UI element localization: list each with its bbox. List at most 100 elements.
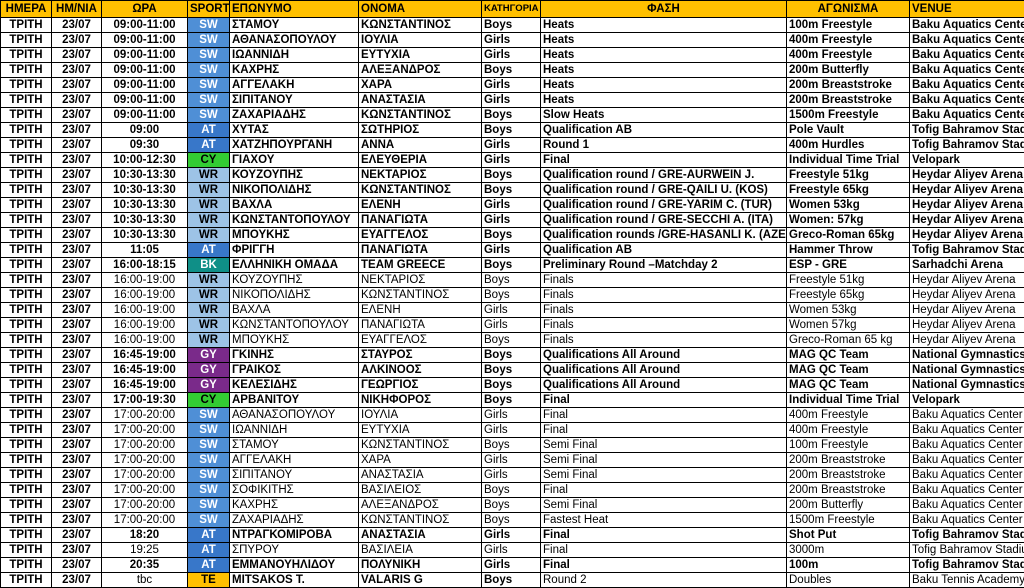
table-row[interactable]: ΤΡΙΤΗ23/0716:45-19:00GYΓΡΑΙΚΟΣΑΛΚΙΝΟΟΣBo… (1, 363, 1024, 378)
cell-surname: ΒΑΧΛΑ (230, 303, 359, 318)
table-row[interactable]: ΤΡΙΤΗ23/0717:00-20:00SWΣΙΠΙΤΑΝΟΥΑΝΑΣΤΑΣΙ… (1, 468, 1024, 483)
cell-name: ΚΩΝΣΤΑΝΤΙΝΟΣ (359, 183, 482, 198)
cell-time: 10:30-13:30 (102, 198, 188, 213)
cell-day: ΤΡΙΤΗ (1, 468, 52, 483)
cell-name: ΕΥΤΥΧΙΑ (359, 48, 482, 63)
table-row[interactable]: ΤΡΙΤΗ23/0716:00-19:00WRΚΟΥΖΟΥΠΗΣΝΕΚΤΑΡΙΟ… (1, 273, 1024, 288)
cell-event: 400m Freestyle (787, 408, 910, 423)
cell-venue: Sarhadchi Arena (910, 258, 1024, 273)
table-row[interactable]: ΤΡΙΤΗ23/0716:00-18:15BKΕΛΛΗΝΙΚΗ ΟΜΑΔΑTEA… (1, 258, 1024, 273)
header-sport[interactable]: SPORT (188, 1, 230, 18)
table-row[interactable]: ΤΡΙΤΗ23/0710:30-13:30WRΜΠΟΥΚΗΣΕΥΑΓΓΕΛΟΣB… (1, 228, 1024, 243)
table-row[interactable]: ΤΡΙΤΗ23/0720:35ATΕΜΜΑΝΟΥΗΛΙΔΟΥΠΟΛΥΝΙΚΗGi… (1, 558, 1024, 573)
header-row: ΗΜΕΡΑ ΗΜ/ΝΙΑ ΩΡΑ SPORT ΕΠΩΝΥΜΟ ΟΝΟΜΑ ΚΑΤ… (1, 1, 1024, 18)
cell-day: ΤΡΙΤΗ (1, 273, 52, 288)
table-row[interactable]: ΤΡΙΤΗ23/0709:00-11:00SWΣΙΠΙΤΑΝΟΥΑΝΑΣΤΑΣΙ… (1, 93, 1024, 108)
cell-phase: Qualification AB (541, 123, 787, 138)
cell-date: 23/07 (52, 258, 102, 273)
table-row[interactable]: ΤΡΙΤΗ23/0717:00-20:00SWΣΟΦΙΚΙΤΗΣΒΑΣΙΛΕΙΟ… (1, 483, 1024, 498)
table-row[interactable]: ΤΡΙΤΗ23/0710:30-13:30WRΝΙΚΟΠΟΛΙΔΗΣΚΩΝΣΤΑ… (1, 183, 1024, 198)
table-row[interactable]: ΤΡΙΤΗ23/0710:30-13:30WRΚΟΥΖΟΥΠΗΣΝΕΚΤΑΡΙΟ… (1, 168, 1024, 183)
table-row[interactable]: ΤΡΙΤΗ23/0717:00-20:00SWΑΓΓΕΛΑΚΗΧΑΡΑGirls… (1, 453, 1024, 468)
cell-time: 16:00-18:15 (102, 258, 188, 273)
cell-surname: ΕΛΛΗΝΙΚΗ ΟΜΑΔΑ (230, 258, 359, 273)
header-category[interactable]: ΚΑΤΗΓΟΡΙΑ (482, 1, 541, 18)
table-row[interactable]: ΤΡΙΤΗ23/0710:30-13:30WRΚΩΝΣΤΑΝΤΟΠΟΥΛΟΥΠΑ… (1, 213, 1024, 228)
cell-date: 23/07 (52, 378, 102, 393)
cell-time: 09:00-11:00 (102, 108, 188, 123)
cell-date: 23/07 (52, 228, 102, 243)
table-row[interactable]: ΤΡΙΤΗ23/0717:00-20:00SWΖΑΧΑΡΙΑΔΗΣΚΩΝΣΤΑΝ… (1, 513, 1024, 528)
header-event[interactable]: ΑΓΩΝΙΣΜΑ (787, 1, 910, 18)
cell-time: 16:45-19:00 (102, 378, 188, 393)
cell-category: Boys (482, 108, 541, 123)
table-row[interactable]: ΤΡΙΤΗ23/0709:00-11:00SWΙΩΑΝΝΙΔΗΕΥΤΥΧΙΑGi… (1, 48, 1024, 63)
cell-date: 23/07 (52, 138, 102, 153)
cell-phase: Qualification round / GRE-AURWEIN J. (541, 168, 787, 183)
header-venue[interactable]: VENUE (910, 1, 1024, 18)
cell-day: ΤΡΙΤΗ (1, 378, 52, 393)
cell-venue: Tofig Bahramov Stadium (910, 243, 1024, 258)
table-row[interactable]: ΤΡΙΤΗ23/0719:25ATΣΠΥΡΟΥΒΑΣΙΛΕΙΑGirlsFina… (1, 543, 1024, 558)
cell-category: Girls (482, 468, 541, 483)
cell-venue: Heydar Aliyev Arena (910, 168, 1024, 183)
table-row[interactable]: ΤΡΙΤΗ23/0716:00-19:00WRΝΙΚΟΠΟΛΙΔΗΣΚΩΝΣΤΑ… (1, 288, 1024, 303)
table-row[interactable]: ΤΡΙΤΗ23/0716:00-19:00WRΒΑΧΛΑΕΛΕΝΗGirlsFi… (1, 303, 1024, 318)
header-day[interactable]: ΗΜΕΡΑ (1, 1, 52, 18)
cell-venue: Heydar Aliyev Arena (910, 318, 1024, 333)
table-row[interactable]: ΤΡΙΤΗ23/0716:00-19:00WRΜΠΟΥΚΗΣΕΥΑΓΓΕΛΟΣB… (1, 333, 1024, 348)
table-row[interactable]: ΤΡΙΤΗ23/0710:30-13:30WRΒΑΧΛΑΕΛΕΝΗGirlsQu… (1, 198, 1024, 213)
table-row[interactable]: ΤΡΙΤΗ23/0717:00-20:00SWΙΩΑΝΝΙΔΗΕΥΤΥΧΙΑGi… (1, 423, 1024, 438)
cell-name: ΑΝΑΣΤΑΣΙΑ (359, 468, 482, 483)
header-time[interactable]: ΩΡΑ (102, 1, 188, 18)
cell-category: Girls (482, 78, 541, 93)
cell-venue: Heydar Aliyev Arena (910, 288, 1024, 303)
cell-sport: AT (188, 138, 230, 153)
table-row[interactable]: ΤΡΙΤΗ23/0710:00-12:30CYΓΙΑΧΟΥΕΛΕΥΘΕΡΙΑGi… (1, 153, 1024, 168)
table-row[interactable]: ΤΡΙΤΗ23/0717:00-20:00SWΚΑΧΡΗΣΑΛΕΞΑΝΔΡΟΣB… (1, 498, 1024, 513)
table-row[interactable]: ΤΡΙΤΗ23/0709:00-11:00SWΚΑΧΡΗΣΑΛΕΞΑΝΔΡΟΣB… (1, 63, 1024, 78)
cell-surname: ΦΡΙΓΓΗ (230, 243, 359, 258)
cell-date: 23/07 (52, 78, 102, 93)
cell-event: ESP - GRE (787, 258, 910, 273)
cell-day: ΤΡΙΤΗ (1, 393, 52, 408)
cell-category: Boys (482, 288, 541, 303)
table-row[interactable]: ΤΡΙΤΗ23/0709:00-11:00SWΑΓΓΕΛΑΚΗΧΑΡΑGirls… (1, 78, 1024, 93)
table-row[interactable]: ΤΡΙΤΗ23/0716:00-19:00WRΚΩΝΣΤΑΝΤΟΠΟΥΛΟΥΠΑ… (1, 318, 1024, 333)
cell-category: Boys (482, 348, 541, 363)
cell-time: 09:00-11:00 (102, 93, 188, 108)
cell-date: 23/07 (52, 483, 102, 498)
cell-surname: ΑΡΒΑΝΙΤΟΥ (230, 393, 359, 408)
table-row[interactable]: ΤΡΙΤΗ23/07tbcTEMITSAKOS T.VALARIS GBoysR… (1, 573, 1024, 588)
cell-day: ΤΡΙΤΗ (1, 138, 52, 153)
cell-phase: Semi Final (541, 453, 787, 468)
table-row[interactable]: ΤΡΙΤΗ23/0709:00-11:00SWΣΤΑΜΟΥΚΩΝΣΤΑΝΤΙΝΟ… (1, 18, 1024, 33)
header-name[interactable]: ΟΝΟΜΑ (359, 1, 482, 18)
table-row[interactable]: ΤΡΙΤΗ23/0717:00-20:00SWΣΤΑΜΟΥΚΩΝΣΤΑΝΤΙΝΟ… (1, 438, 1024, 453)
cell-sport: WR (188, 228, 230, 243)
table-row[interactable]: ΤΡΙΤΗ23/0709:00-11:00SWΖΑΧΑΡΙΑΔΗΣΚΩΝΣΤΑΝ… (1, 108, 1024, 123)
cell-time: 09:00-11:00 (102, 18, 188, 33)
cell-event: Individual Time Trial (787, 393, 910, 408)
cell-sport: AT (188, 123, 230, 138)
table-row[interactable]: ΤΡΙΤΗ23/0709:00ATΧΥΤΑΣΣΩΤΗΡΙΟΣBoysQualif… (1, 123, 1024, 138)
cell-date: 23/07 (52, 18, 102, 33)
table-row[interactable]: ΤΡΙΤΗ23/0709:30ATΧΑΤΖΗΠΟΥΡΓΑΝΗΑΝΝΑGirlsR… (1, 138, 1024, 153)
table-row[interactable]: ΤΡΙΤΗ23/0717:00-20:00SWΑΘΑΝΑΣΟΠΟΥΛΟΥΙΟΥΛ… (1, 408, 1024, 423)
table-row[interactable]: ΤΡΙΤΗ23/0716:45-19:00GYΓΚΙΝΗΣΣΤΑΥΡΟΣBoys… (1, 348, 1024, 363)
cell-category: Girls (482, 408, 541, 423)
cell-day: ΤΡΙΤΗ (1, 363, 52, 378)
table-row[interactable]: ΤΡΙΤΗ23/0717:00-19:30CYΑΡΒΑΝΙΤΟΥΝΙΚΗΦΟΡΟ… (1, 393, 1024, 408)
header-phase[interactable]: ΦΑΣΗ (541, 1, 787, 18)
header-surname[interactable]: ΕΠΩΝΥΜΟ (230, 1, 359, 18)
header-date[interactable]: ΗΜ/ΝΙΑ (52, 1, 102, 18)
cell-surname: ΣΤΑΜΟΥ (230, 438, 359, 453)
cell-day: ΤΡΙΤΗ (1, 48, 52, 63)
table-row[interactable]: ΤΡΙΤΗ23/0711:05ATΦΡΙΓΓΗΠΑΝΑΓΙΩΤΑGirlsQua… (1, 243, 1024, 258)
cell-time: 17:00-20:00 (102, 423, 188, 438)
table-row[interactable]: ΤΡΙΤΗ23/0718:20ATΝΤΡΑΓΚΟΜΙΡΟΒΑΑΝΑΣΤΑΣΙΑG… (1, 528, 1024, 543)
table-row[interactable]: ΤΡΙΤΗ23/0709:00-11:00SWΑΘΑΝΑΣΟΠΟΥΛΟΥΙΟΥΛ… (1, 33, 1024, 48)
table-row[interactable]: ΤΡΙΤΗ23/0716:45-19:00GYΚΕΛΕΣΙΔΗΣΓΕΩΡΓΙΟΣ… (1, 378, 1024, 393)
cell-date: 23/07 (52, 408, 102, 423)
cell-phase: Final (541, 528, 787, 543)
